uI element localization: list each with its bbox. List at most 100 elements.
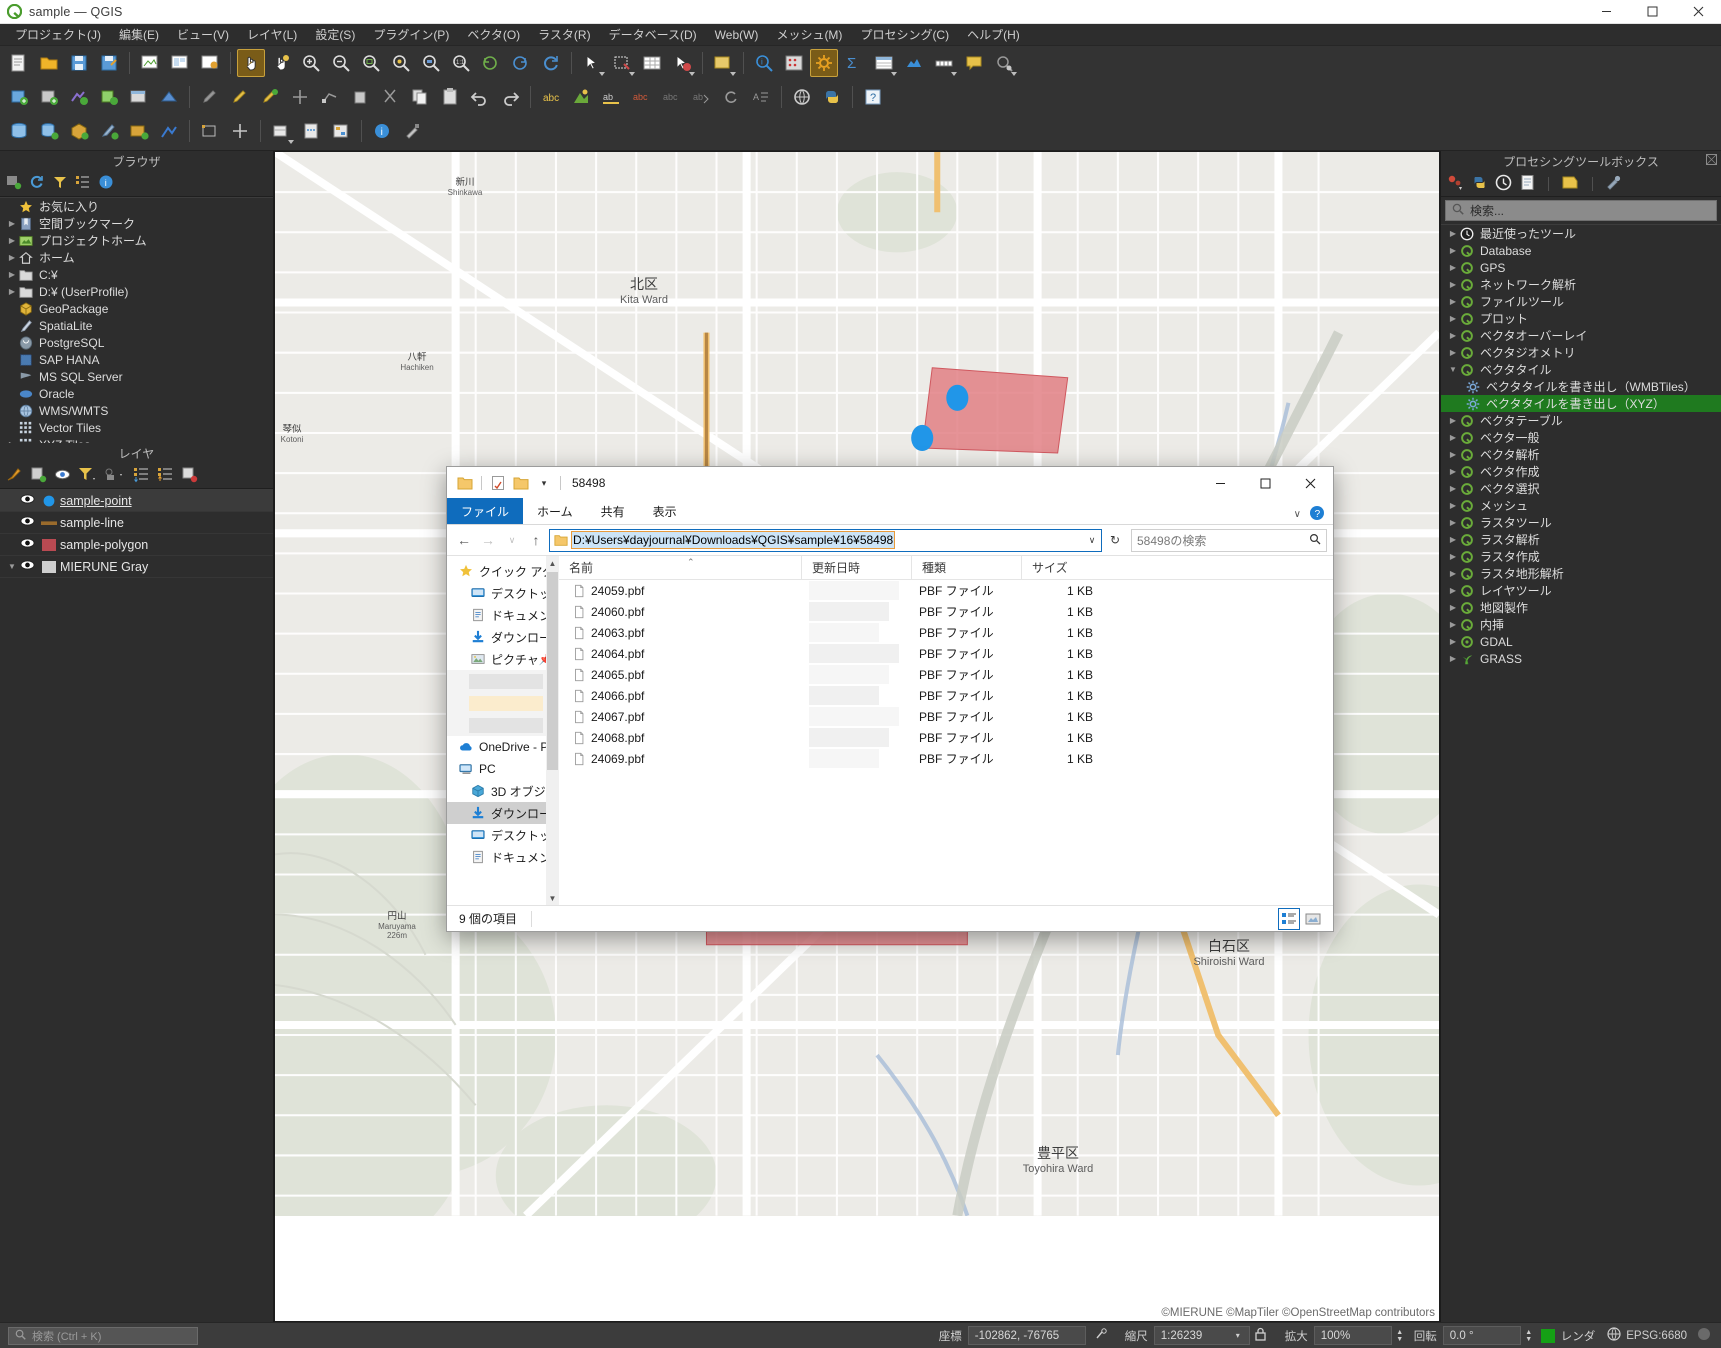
save-project-button[interactable] [65,49,93,77]
browser-item-5[interactable]: ▶ D:¥ (UserProfile) [0,283,273,300]
menu-raster[interactable]: ラスタ(R) [529,24,599,45]
navigation-item-1[interactable]: デスクトップ📌 [447,582,559,604]
browser-item-0[interactable]: お気に入り [0,198,273,215]
large-icons-view-icon[interactable] [1303,909,1323,929]
back-button[interactable]: ← [453,529,475,551]
refactor-fields-button[interactable] [267,117,295,145]
menu-mesh[interactable]: メッシュ(M) [767,24,851,45]
menu-settings[interactable]: 設定(S) [306,24,364,45]
field-calculator-button[interactable] [297,117,325,145]
zoom-in-button[interactable] [297,49,325,77]
osm-plugin-button[interactable] [788,83,816,111]
expand-arrow-icon[interactable]: ▶ [1447,552,1459,561]
refresh-button[interactable]: ↻ [1104,529,1126,551]
toolbox-item-17[interactable]: ▶ ラスタツール [1441,514,1721,531]
window-minimize-button[interactable] [1583,0,1629,24]
add-mesh-layer-button[interactable] [95,83,123,111]
toolbox-item-15[interactable]: ▶ ベクタ選択 [1441,480,1721,497]
show-hide-labels-button[interactable]: abc [657,83,685,111]
python-script-icon[interactable] [1471,174,1488,194]
toolbox-item-9[interactable]: ベクタタイルを書き出し（WMBTiles） [1441,378,1721,395]
toolbox-item-4[interactable]: ▶ ファイルツール [1441,293,1721,310]
save-project-as-button[interactable] [95,49,123,77]
filter-legend-by-expression-icon[interactable] [104,466,126,486]
navigation-item-10[interactable]: 3D オブジェクト [447,780,559,802]
options-button[interactable] [398,117,426,145]
map-tips-button[interactable] [960,49,988,77]
zoom-last-button[interactable] [477,49,505,77]
select-features-button[interactable] [578,49,606,77]
menu-help[interactable]: ヘルプ(H) [958,24,1029,45]
toolbox-search-input[interactable]: 検索... [1445,200,1717,221]
menu-processing[interactable]: プロセシング(C) [851,24,958,45]
copy-features-button[interactable] [406,83,434,111]
expand-arrow-icon[interactable]: ▶ [1447,484,1459,493]
move-label-button[interactable]: ab [687,83,715,111]
georeferencer-button[interactable] [155,117,183,145]
toolbox-item-20[interactable]: ▶ ラスタ地形解析 [1441,565,1721,582]
crs-value[interactable]: EPSG:6680 [1626,1330,1687,1342]
navigation-item-8[interactable]: OneDrive - Person [447,736,559,758]
toolbox-item-21[interactable]: ▶ レイヤツール [1441,582,1721,599]
clear-selection-button[interactable] [668,49,696,77]
menu-plugins[interactable]: プラグイン(P) [364,24,458,45]
expand-arrow-icon[interactable]: ▶ [1447,416,1459,425]
messages-log-icon[interactable] [1697,1327,1711,1344]
magnifier-value[interactable]: 100% [1313,1326,1392,1345]
add-vector-tile-layer-button[interactable] [155,83,183,111]
toolbox-item-25[interactable]: ▶ GRASS [1441,650,1721,667]
explorer-navigation-pane[interactable]: クイック アクセスデスクトップ📌ドキュメント📌ダウンロード📌ピクチャ📌 OneDr… [447,556,559,905]
ribbon-tab-file[interactable]: ファイル [447,498,524,524]
recent-locations-chevron-icon[interactable]: ∨ [501,529,523,551]
navigation-item-0[interactable]: クイック アクセス [447,560,559,582]
toolbox-item-22[interactable]: ▶ 地図製作 [1441,599,1721,616]
data-source-manager-button[interactable] [900,49,928,77]
column-header-size[interactable]: サイズ [1021,555,1111,580]
details-view-icon[interactable] [1278,907,1300,930]
coordinate-value[interactable]: -102862, -76765 [967,1326,1086,1345]
layer-row[interactable]: sample-polygon [0,534,273,556]
expand-arrow-icon[interactable]: ▶ [1447,654,1459,663]
processing-toolbox-button[interactable] [810,49,838,77]
magnifier-spinner[interactable]: ▲ ▼ [1394,1329,1406,1343]
layers-tree[interactable]: sample-point sample-line sample-polygon ▼ MI… [0,489,273,1322]
navigation-scrollbar[interactable]: ▲ ▼ [546,556,559,905]
ribbon-tab-share[interactable]: 共有 [587,498,639,524]
expand-arrow-icon[interactable]: ▶ [1447,331,1459,340]
delete-selected-button[interactable] [346,83,374,111]
query-builder-button[interactable] [327,117,355,145]
toolbox-item-11[interactable]: ▶ ベクタテーブル [1441,412,1721,429]
new-folder-icon[interactable] [511,473,531,493]
results-viewer-icon[interactable] [1519,174,1536,194]
layer-visibility-checkbox[interactable] [20,515,38,530]
navigation-item-2[interactable]: ドキュメント📌 [447,604,559,626]
file-row[interactable]: 24059.pbf PBF ファイル 1 KB [559,580,1333,601]
zoom-full-button[interactable] [357,49,385,77]
browser-properties-icon[interactable]: i [98,174,114,193]
explorer-search-input[interactable]: 58498の検索 [1131,528,1327,552]
address-dropdown-chevron-icon[interactable]: ∨ [1083,535,1101,546]
change-label-button[interactable]: A [747,83,775,111]
address-input[interactable]: D:¥Users¥dayjournal¥Downloads¥QGIS¥sampl… [549,528,1102,552]
expand-arrow-icon[interactable]: ▶ [1447,535,1459,544]
refresh-icon[interactable] [29,174,45,193]
highlight-labels-button[interactable]: ab [597,83,625,111]
expand-arrow-icon[interactable]: ▶ [1447,450,1459,459]
column-header-type[interactable]: 種類 [911,555,1021,580]
navigation-scroll-thumb[interactable] [547,572,558,770]
window-maximize-button[interactable] [1629,0,1675,24]
zoom-next-button[interactable] [507,49,535,77]
pan-map-button[interactable] [237,49,265,77]
expand-arrow-icon[interactable]: ▶ [6,219,18,228]
layout-manager-button[interactable] [166,49,194,77]
expand-arrow-icon[interactable]: ▶ [1447,297,1459,306]
statistics-button[interactable]: Σ [840,49,868,77]
browser-item-12[interactable]: WMS/WMTS [0,402,273,419]
open-project-button[interactable] [35,49,63,77]
measure-button[interactable] [780,49,808,77]
navigation-list[interactable]: クイック アクセスデスクトップ📌ドキュメント📌ダウンロード📌ピクチャ📌 OneDr… [447,560,559,868]
new-print-layout-button[interactable] [136,49,164,77]
navigation-item-13[interactable]: ドキュメント [447,846,559,868]
undo-button[interactable] [466,83,494,111]
browser-item-1[interactable]: ▶ 空間ブックマーク [0,215,273,232]
